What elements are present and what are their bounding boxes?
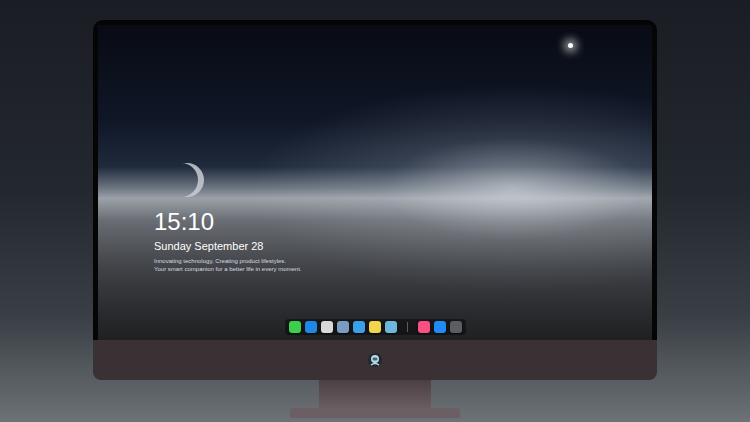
lock-screen[interactable]: 15:10 Sunday September 28 Innovating tec… [98,25,652,340]
monitor-chin [93,340,657,380]
brand-logo-icon [367,352,383,368]
clock-date: Sunday September 28 [154,239,652,253]
moon-icon [170,163,204,197]
dock-app-icon[interactable] [337,321,349,333]
tagline: Your smart companion for a better life i… [154,265,652,273]
monitor-base [290,408,460,418]
dock-app-icon[interactable] [289,321,301,333]
bezel: 15:10 Sunday September 28 Innovating tec… [93,20,657,340]
tagline: Innovating technology, Creating product … [154,257,652,265]
clock-time: 15:10 [154,209,652,235]
tagline-list: Innovating technology, Creating product … [154,257,652,273]
dock-app-icon[interactable] [353,321,365,333]
dock-app-icon[interactable] [434,321,446,333]
monitor-neck [319,380,431,408]
dock-app-icon[interactable] [321,321,333,333]
monitor: 15:10 Sunday September 28 Innovating tec… [93,20,657,418]
dock-app-icon[interactable] [369,321,381,333]
dock-app-icon[interactable] [418,321,430,333]
sun-icon [568,43,573,48]
dock-separator [407,322,408,332]
dock-app-icon[interactable] [385,321,397,333]
dock [285,319,466,335]
dock-app-icon[interactable] [305,321,317,333]
clock-block: 15:10 Sunday September 28 Innovating tec… [98,25,652,273]
stage: 15:10 Sunday September 28 Innovating tec… [0,0,750,422]
dock-app-icon[interactable] [450,321,462,333]
